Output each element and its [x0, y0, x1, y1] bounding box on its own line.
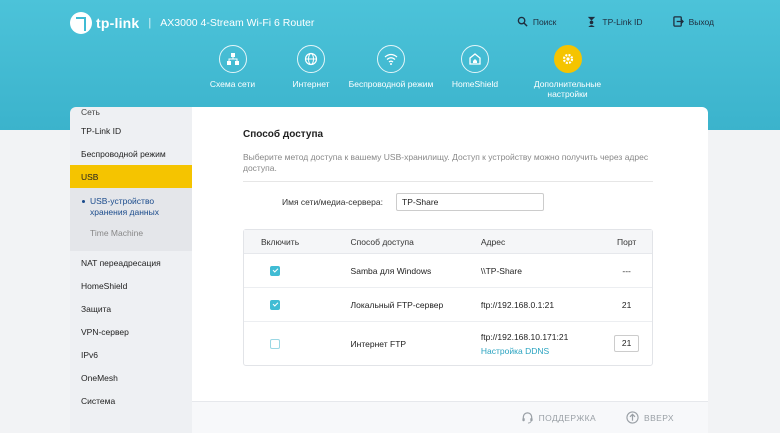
- back-to-top-label: ВВЕРХ: [644, 412, 674, 423]
- top-links: Поиск TP-Link ID Выход: [517, 16, 714, 27]
- row-method: Интернет FTP: [350, 338, 407, 349]
- enable-checkbox-samba[interactable]: [270, 265, 280, 276]
- brand: tp-link | AX3000 4-Stream Wi-Fi 6 Router: [70, 12, 314, 34]
- arrow-up-icon: [626, 411, 639, 424]
- row-address: ftp://192.168.0.1:21: [480, 299, 555, 310]
- tplink-id-link-label: TP-Link ID: [602, 16, 643, 27]
- footer-bar: ПОДДЕРЖКА ВВЕРХ: [192, 401, 708, 433]
- nav-homeshield[interactable]: HomeShield: [435, 45, 515, 99]
- logout-link[interactable]: Выход: [672, 16, 714, 27]
- table-row: Локальный FTP-сервер ftp://192.168.0.1:2…: [244, 288, 652, 322]
- sidebar-subitem-time-machine[interactable]: Time Machine: [70, 220, 192, 247]
- table-header: Включить Способ доступа Адрес Порт: [244, 230, 652, 254]
- logo-text: tp-link: [96, 15, 140, 31]
- row-address: \\TP-Share: [480, 265, 522, 276]
- main-panel: Способ доступа Выберите метод доступа к …: [192, 107, 708, 433]
- sidebar-item-usb[interactable]: USB: [70, 165, 192, 188]
- sidebar-item-tplink-id[interactable]: TP-Link ID: [70, 119, 192, 142]
- search-icon: [517, 16, 528, 27]
- nav-wireless-label: Беспроводной режим: [348, 79, 434, 89]
- search-link-label: Поиск: [532, 16, 557, 27]
- nav-network-map-label: Схема сети: [209, 79, 256, 89]
- sidebar-item-homeshield[interactable]: HomeShield: [70, 274, 192, 297]
- nav-homeshield-label: HomeShield: [451, 79, 499, 89]
- col-header-enable: Включить: [261, 236, 300, 247]
- tplink-id-link[interactable]: TP-Link ID: [586, 16, 643, 27]
- router-model: AX3000 4-Stream Wi-Fi 6 Router: [160, 17, 315, 29]
- sidebar-item-security[interactable]: Защита: [70, 297, 192, 320]
- row-method: Samba для Windows: [350, 265, 432, 276]
- globe-icon: [297, 45, 325, 73]
- sidebar-item-wireless[interactable]: Беспроводной режим: [70, 142, 192, 165]
- sidebar-item-network[interactable]: Сеть: [70, 107, 192, 119]
- section-title: Способ доступа: [243, 129, 324, 140]
- row-method: Локальный FTP-сервер: [350, 299, 444, 310]
- row-port: ---: [622, 265, 631, 276]
- headset-icon: [522, 412, 533, 424]
- support-label: ПОДДЕРЖКА: [538, 412, 597, 423]
- sidebar: Сеть TP-Link ID Беспроводной режим USB U…: [70, 107, 192, 433]
- support-link[interactable]: ПОДДЕРЖКА: [521, 411, 596, 424]
- sidebar-item-system[interactable]: Система: [70, 389, 192, 412]
- nav-internet-label: Интернет: [292, 79, 330, 89]
- sidebar-item-nat[interactable]: NAT переадресация: [70, 251, 192, 274]
- nav-wireless[interactable]: Беспроводной режим: [347, 45, 435, 99]
- sidebar-subitem-usb-storage[interactable]: USB-устройство хранения данных: [70, 194, 192, 220]
- section-description: Выберите метод доступа к вашему USB-хран…: [243, 152, 649, 173]
- user-id-icon: [588, 16, 596, 27]
- ddns-settings-link[interactable]: Настройка DDNS: [481, 346, 601, 356]
- col-header-address: Адрес: [480, 236, 506, 247]
- tp-link-logo-icon: [70, 12, 92, 34]
- sidebar-item-ipv6[interactable]: IPv6: [70, 343, 192, 366]
- nav-internet[interactable]: Интернет: [275, 45, 347, 99]
- sidebar-item-vpn[interactable]: VPN-сервер: [70, 320, 192, 343]
- back-to-top-link[interactable]: ВВЕРХ: [626, 411, 674, 424]
- logout-icon: [672, 16, 684, 27]
- row-port: 21: [621, 299, 632, 310]
- nav-advanced[interactable]: Дополнительные настройки: [515, 45, 620, 99]
- main-nav: Схема сети Интернет Беспроводной режим H…: [190, 45, 620, 99]
- table-row: Samba для Windows \\TP-Share ---: [244, 254, 652, 288]
- table-row: Интернет FTP ftp://192.168.10.171:21 Нас…: [244, 322, 652, 365]
- gear-icon: [553, 45, 582, 73]
- home-shield-icon: [461, 45, 489, 73]
- port-input[interactable]: 21: [614, 335, 640, 352]
- enable-checkbox-local-ftp[interactable]: [270, 299, 280, 310]
- col-header-port: Порт: [616, 236, 637, 247]
- sidebar-item-onemesh[interactable]: OneMesh: [70, 366, 192, 389]
- logout-link-label: Выход: [688, 16, 714, 27]
- access-methods-table: Включить Способ доступа Адрес Порт Samba…: [243, 229, 653, 366]
- brand-separator: |: [148, 17, 152, 29]
- row-address: ftp://192.168.10.171:21: [480, 331, 569, 342]
- wifi-icon: [377, 45, 405, 73]
- divider: [243, 181, 653, 182]
- nav-advanced-label: Дополнительные настройки: [533, 79, 602, 99]
- nav-network-map[interactable]: Схема сети: [190, 45, 275, 99]
- usb-submenu: USB-устройство хранения данных Time Mach…: [70, 188, 192, 251]
- enable-checkbox-internet-ftp[interactable]: [270, 338, 280, 349]
- server-name-label: Имя сети/медиа-сервера:: [282, 197, 383, 207]
- col-header-method: Способ доступа: [350, 236, 414, 247]
- search-link[interactable]: Поиск: [517, 16, 557, 27]
- network-map-icon: [218, 45, 247, 73]
- server-name-input[interactable]: [396, 193, 544, 211]
